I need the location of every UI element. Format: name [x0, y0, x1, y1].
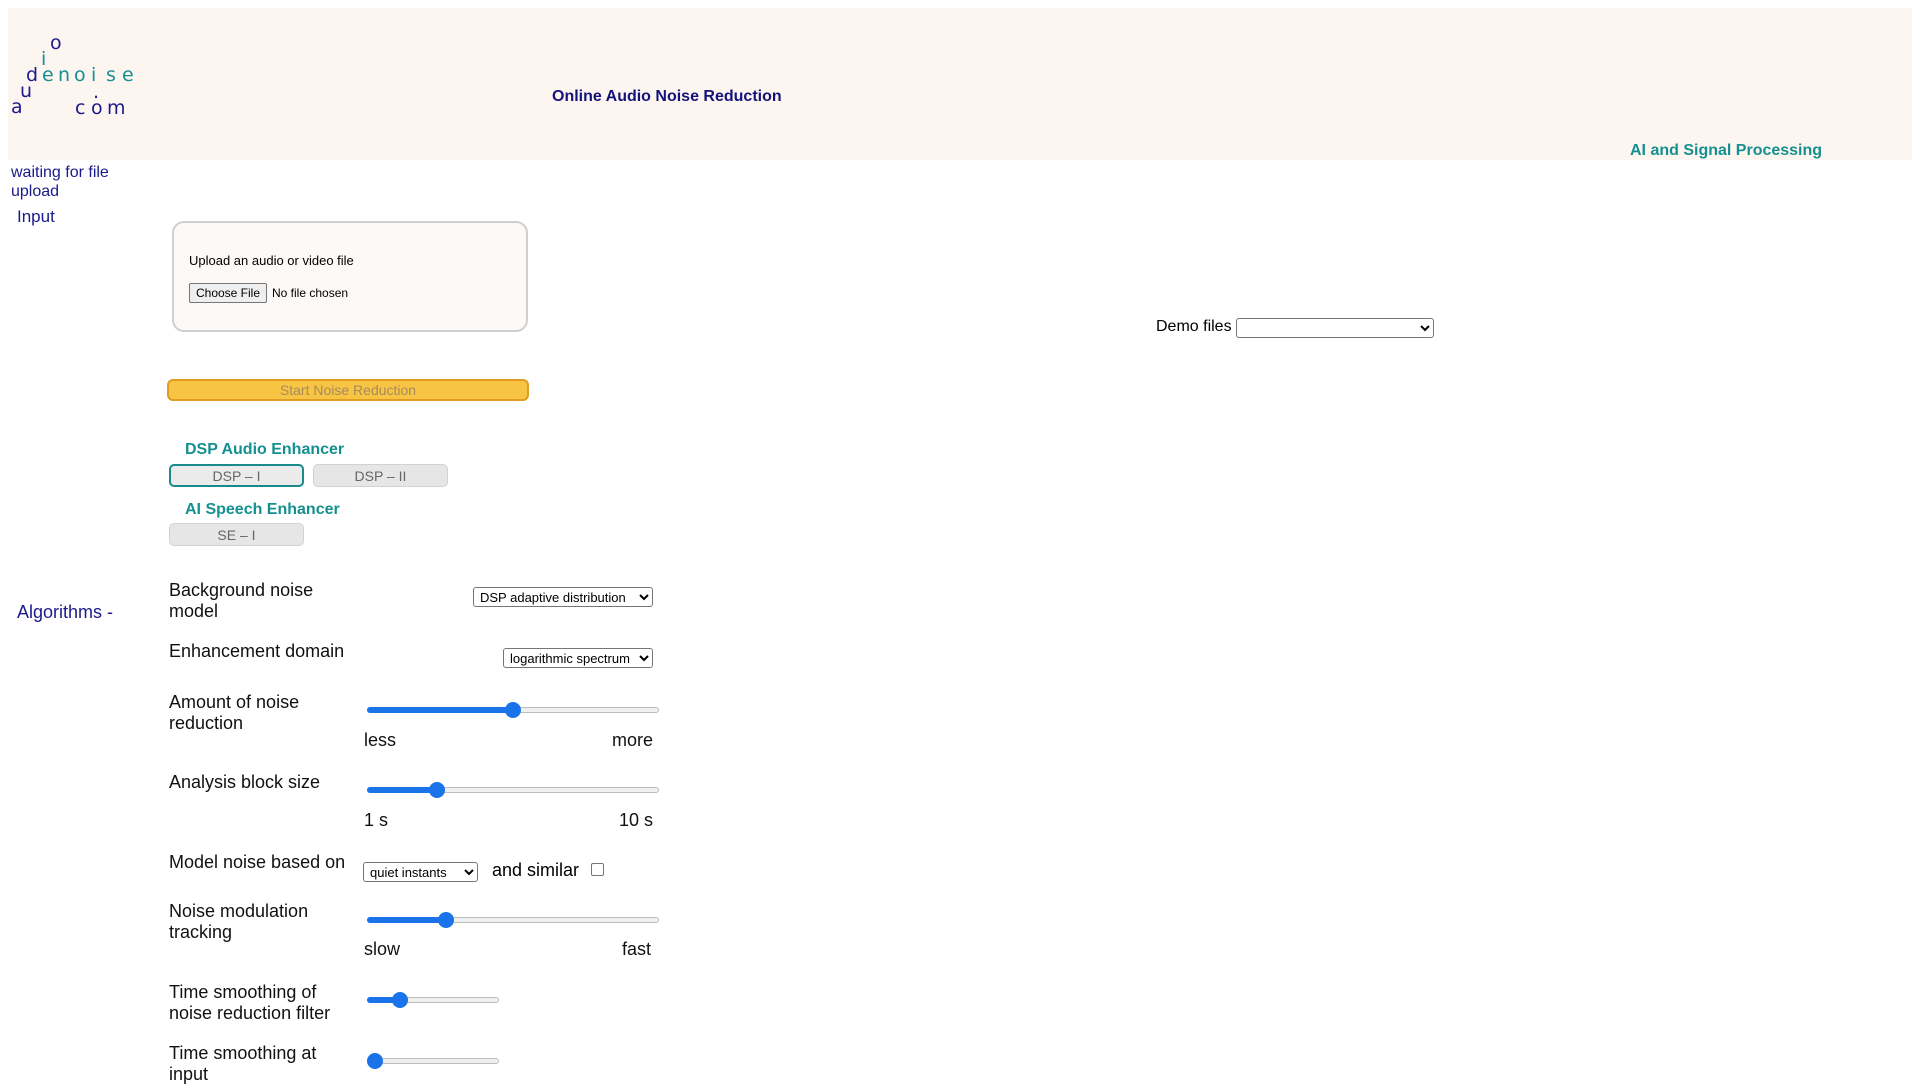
- slider-thumb[interactable]: [392, 992, 408, 1008]
- slider-fill: [367, 917, 446, 923]
- site-logo[interactable]: a u d i o d e n o i s e . c o m: [0, 0, 140, 125]
- slider-fill: [367, 787, 438, 793]
- algorithms-section-label: Algorithms -: [17, 602, 114, 622]
- modulation-tracking-label: Noise modulation tracking: [169, 901, 309, 942]
- logo-letter: m: [107, 97, 126, 119]
- upload-box: [172, 221, 528, 332]
- input-smoothing-slider[interactable]: [366, 1053, 499, 1069]
- file-status-text: No file chosen: [272, 286, 349, 300]
- dsp-enhancer-title: DSP Audio Enhancer: [185, 441, 345, 458]
- logo-letter: e: [122, 64, 134, 86]
- noise-model-label: Background noise model: [169, 580, 314, 621]
- noise-amount-min-label: less: [364, 730, 397, 750]
- input-smoothing-label: Time smoothing at input: [169, 1043, 317, 1084]
- logo-letter: o: [91, 97, 103, 119]
- choose-file-button[interactable]: Choose File: [189, 283, 267, 303]
- enhancement-domain-label: Enhancement domain: [169, 641, 345, 661]
- model-based-select[interactable]: quiet instants: [363, 862, 478, 882]
- slider-thumb[interactable]: [505, 702, 521, 718]
- filter-smoothing-slider[interactable]: [367, 992, 499, 1008]
- modulation-tracking-slider[interactable]: [367, 912, 659, 928]
- ai-enhancer-title: AI Speech Enhancer: [185, 501, 340, 518]
- input-section-label: Input: [17, 207, 55, 226]
- and-similar-checkbox[interactable]: [591, 863, 604, 876]
- dsp-2-button[interactable]: DSP – II: [313, 464, 448, 487]
- logo-letter: o: [50, 32, 62, 54]
- demo-files-label: Demo files: [1156, 318, 1232, 335]
- logo-letter: e: [42, 64, 54, 86]
- block-size-max-label: 10 s: [619, 810, 654, 830]
- block-size-min-label: 1 s: [364, 810, 389, 830]
- model-based-label: Model noise based on: [169, 852, 346, 872]
- enhancement-domain-select[interactable]: logarithmic spectrum: [503, 648, 653, 668]
- block-size-slider[interactable]: [367, 782, 659, 798]
- slider-thumb[interactable]: [429, 782, 446, 798]
- slider-fill: [367, 707, 513, 713]
- logo-letter: n: [58, 64, 71, 86]
- logo-letter: o: [74, 64, 86, 86]
- filter-smoothing-label: Time smoothing of noise reduction filter: [169, 982, 331, 1023]
- noise-amount-label: Amount of noise reduction: [169, 692, 300, 733]
- tagline: AI and Signal Processing: [1630, 142, 1823, 159]
- modulation-min-label: slow: [364, 939, 401, 959]
- logo-letter: c: [75, 97, 86, 119]
- modulation-max-label: fast: [622, 939, 652, 959]
- upload-label: Upload an audio or video file: [189, 253, 354, 268]
- logo-letter: d: [26, 64, 39, 86]
- header-band: [8, 8, 1912, 160]
- block-size-label: Analysis block size: [169, 772, 321, 792]
- start-noise-reduction-button[interactable]: Start Noise Reduction: [167, 379, 529, 401]
- slider-thumb[interactable]: [366, 1053, 383, 1069]
- noise-amount-slider[interactable]: [367, 702, 659, 718]
- status-text: waiting for file upload: [11, 164, 109, 200]
- slider-track: [367, 1058, 499, 1064]
- dsp-1-button[interactable]: DSP – I: [169, 464, 304, 487]
- site-title: Online Audio Noise Reduction: [552, 88, 782, 105]
- se-1-button[interactable]: SE – I: [169, 523, 304, 546]
- demo-files-select[interactable]: [1236, 318, 1434, 338]
- noise-amount-max-label: more: [612, 730, 654, 750]
- slider-thumb[interactable]: [437, 912, 454, 928]
- noise-model-select[interactable]: DSP adaptive distribution: [473, 587, 653, 607]
- logo-letter: s: [106, 64, 116, 86]
- and-similar-label: and similar: [492, 860, 580, 880]
